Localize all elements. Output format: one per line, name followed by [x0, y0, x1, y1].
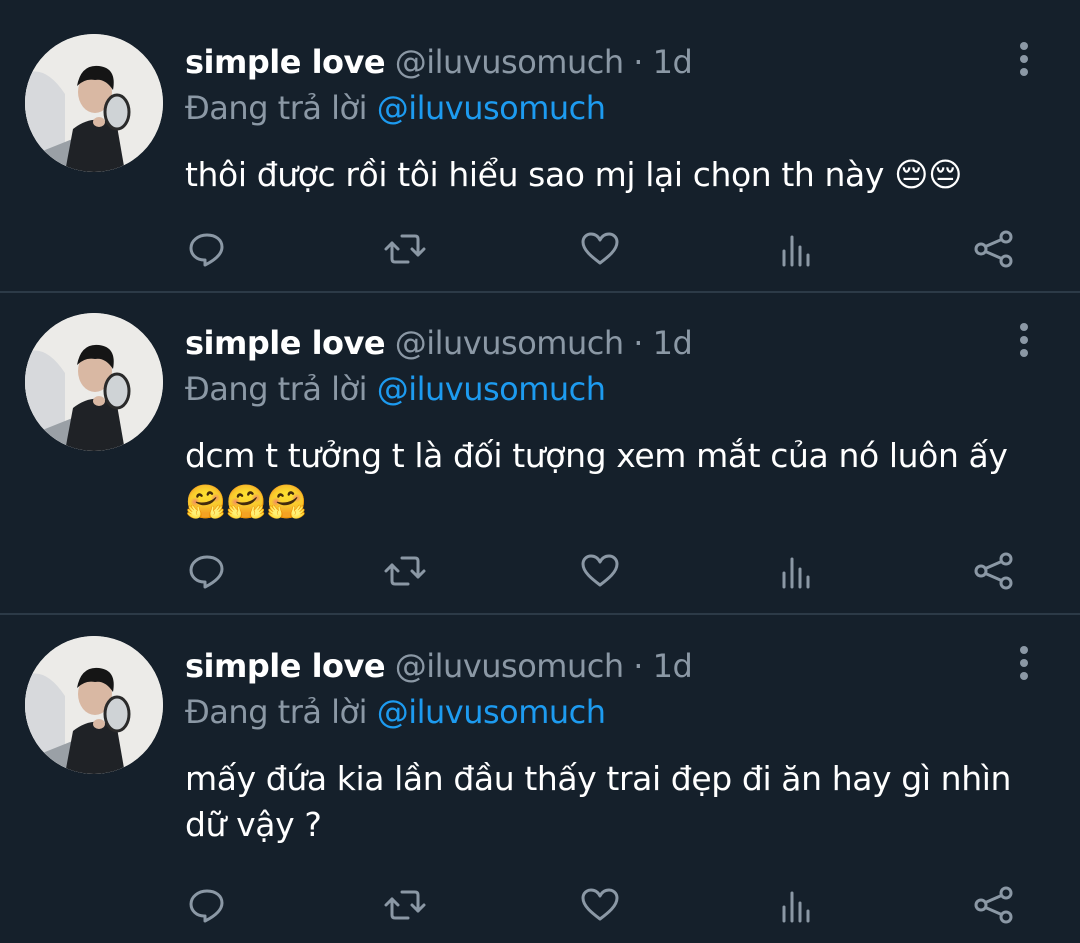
avatar[interactable]: [25, 313, 163, 451]
reply-mention-link[interactable]: @iluvusomuch: [377, 370, 606, 408]
reply-prefix: Đang trả lời: [185, 370, 368, 408]
reply-mention-link[interactable]: @iluvusomuch: [377, 89, 606, 127]
tweet-header: simple love @iluvusomuch · 1d: [185, 323, 693, 363]
share-icon[interactable]: [972, 551, 1016, 591]
like-icon[interactable]: [578, 229, 622, 269]
separator-dot: ·: [633, 324, 643, 362]
tweet-actions: [0, 885, 1080, 925]
display-name[interactable]: simple love: [185, 43, 386, 81]
share-icon[interactable]: [972, 229, 1016, 269]
display-name[interactable]: simple love: [185, 324, 386, 362]
avatar[interactable]: [25, 636, 163, 774]
reply-icon[interactable]: [186, 551, 230, 591]
analytics-icon[interactable]: [775, 551, 819, 591]
separator-dot: ·: [633, 43, 643, 81]
reply-context: Đang trả lời @iluvusomuch: [185, 369, 606, 409]
reply-icon[interactable]: [186, 885, 230, 925]
timestamp[interactable]: 1d: [653, 647, 693, 685]
reply-prefix: Đang trả lời: [185, 693, 368, 731]
tweet[interactable]: simple love @iluvusomuch · 1d Đang trả l…: [0, 615, 1080, 943]
tweet-actions: [0, 551, 1080, 591]
user-handle[interactable]: @iluvusomuch: [395, 43, 624, 81]
timestamp[interactable]: 1d: [653, 43, 693, 81]
reply-context: Đang trả lời @iluvusomuch: [185, 692, 606, 732]
reply-icon[interactable]: [186, 229, 230, 269]
user-handle[interactable]: @iluvusomuch: [395, 324, 624, 362]
analytics-icon[interactable]: [775, 885, 819, 925]
like-icon[interactable]: [578, 551, 622, 591]
more-options-icon[interactable]: [1014, 323, 1034, 363]
more-options-icon[interactable]: [1014, 646, 1034, 686]
retweet-icon[interactable]: [383, 551, 427, 591]
tweet-header: simple love @iluvusomuch · 1d: [185, 646, 693, 686]
avatar[interactable]: [25, 34, 163, 172]
tweet[interactable]: simple love @iluvusomuch · 1d Đang trả l…: [0, 0, 1080, 292]
reply-mention-link[interactable]: @iluvusomuch: [377, 693, 606, 731]
retweet-icon[interactable]: [383, 885, 427, 925]
tweet-text: mấy đứa kia lần đầu thấy trai đẹp đi ăn …: [185, 759, 1011, 844]
timestamp[interactable]: 1d: [653, 324, 693, 362]
like-icon[interactable]: [578, 885, 622, 925]
separator-dot: ·: [633, 647, 643, 685]
display-name[interactable]: simple love: [185, 647, 386, 685]
share-icon[interactable]: [972, 885, 1016, 925]
tweet-text: dcm t tưởng t là đối tượng xem mắt của n…: [185, 436, 1008, 521]
retweet-icon[interactable]: [383, 229, 427, 269]
tweet-text: thôi được rồi tôi hiểu sao mj lại chọn t…: [185, 155, 963, 194]
tweet-actions: [0, 229, 1080, 269]
reply-prefix: Đang trả lời: [185, 89, 368, 127]
analytics-icon[interactable]: [775, 229, 819, 269]
tweet[interactable]: simple love @iluvusomuch · 1d Đang trả l…: [0, 293, 1080, 614]
reply-context: Đang trả lời @iluvusomuch: [185, 88, 606, 128]
more-options-icon[interactable]: [1014, 42, 1034, 82]
tweet-header: simple love @iluvusomuch · 1d: [185, 42, 693, 82]
user-handle[interactable]: @iluvusomuch: [395, 647, 624, 685]
